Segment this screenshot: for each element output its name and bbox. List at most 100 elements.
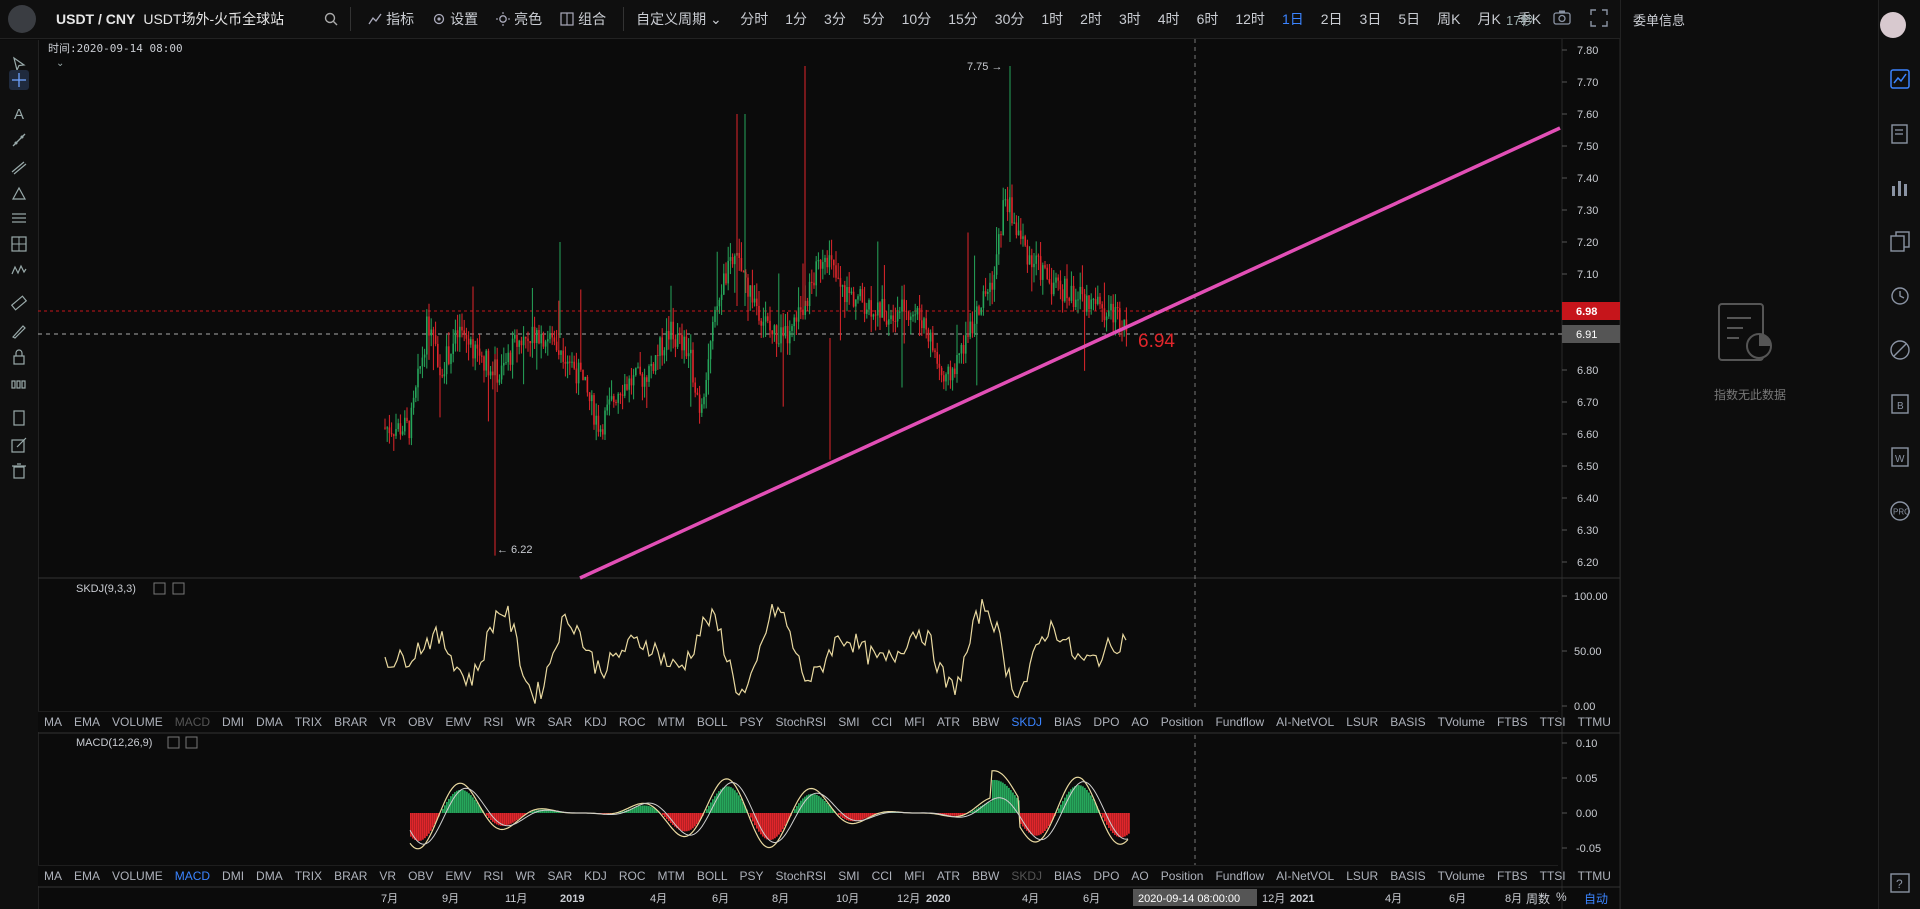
indicator-tab-ttmu[interactable]: TTMU xyxy=(1578,715,1611,729)
text-tool-icon[interactable]: A xyxy=(9,103,29,123)
pattern-tool-icon[interactable] xyxy=(9,183,29,203)
indicator-tab-boll[interactable]: BOLL xyxy=(697,715,728,729)
period-12[interactable]: 6时 xyxy=(1197,9,1219,29)
indicator-tab-emv[interactable]: EMV xyxy=(445,869,471,883)
period-16[interactable]: 3日 xyxy=(1360,9,1382,29)
period-14[interactable]: 1日 xyxy=(1282,9,1304,29)
theme-button[interactable]: 亮色 xyxy=(496,9,542,29)
indicator-tab-ema[interactable]: EMA xyxy=(74,715,100,729)
indicator-tab-tvolume[interactable]: TVolume xyxy=(1438,715,1485,729)
period-4[interactable]: 5分 xyxy=(863,9,885,29)
indicator-tab-ma[interactable]: MA xyxy=(44,715,62,729)
magnet-icon[interactable] xyxy=(9,374,29,394)
indicator-tab-ttsi[interactable]: TTSI xyxy=(1540,869,1566,883)
macd-settings-icon[interactable] xyxy=(167,736,180,749)
indicator-tab-ai-netvol[interactable]: AI-NetVOL xyxy=(1276,869,1334,883)
period-0[interactable]: 自定义周期 ⌄ xyxy=(636,9,722,29)
indicator-tab-ftbs[interactable]: FTBS xyxy=(1497,715,1528,729)
indicator-tab-tvolume[interactable]: TVolume xyxy=(1438,869,1485,883)
logo[interactable] xyxy=(0,0,44,38)
crosshair-icon[interactable] xyxy=(9,70,29,90)
indicator-tab-stochrsi[interactable]: StochRSI xyxy=(776,869,827,883)
search-icon[interactable] xyxy=(320,8,342,30)
indicator-tab-wr[interactable]: WR xyxy=(515,715,535,729)
indicator-tab-basis[interactable]: BASIS xyxy=(1390,869,1425,883)
period-15[interactable]: 2日 xyxy=(1321,9,1343,29)
period-9[interactable]: 2时 xyxy=(1080,9,1102,29)
brush-icon[interactable] xyxy=(9,321,29,341)
indicator-tab-rsi[interactable]: RSI xyxy=(483,869,503,883)
indicator-tab-emv[interactable]: EMV xyxy=(445,715,471,729)
copy-icon[interactable] xyxy=(1889,230,1911,252)
combo-button[interactable]: 组合 xyxy=(560,9,606,29)
market-name[interactable]: USDT场外-火币全球站 xyxy=(143,9,284,29)
indicator-tab-smi[interactable]: SMI xyxy=(838,869,859,883)
indicator-tab-position[interactable]: Position xyxy=(1161,715,1204,729)
avatar[interactable] xyxy=(1880,12,1906,38)
indicator-tab-ao[interactable]: AO xyxy=(1131,869,1148,883)
period-11[interactable]: 4时 xyxy=(1158,9,1180,29)
compass-icon[interactable] xyxy=(1889,339,1911,361)
indicator-tab-ma[interactable]: MA xyxy=(44,869,62,883)
indicator-tab-trix[interactable]: TRIX xyxy=(295,869,322,883)
indicator-tab-roc[interactable]: ROC xyxy=(619,869,646,883)
indicator-tab-macd[interactable]: MACD xyxy=(175,715,210,729)
indicator-tab-bias[interactable]: BIAS xyxy=(1054,715,1081,729)
period-6[interactable]: 15分 xyxy=(948,9,978,29)
indicator-tab-volume[interactable]: VOLUME xyxy=(112,715,163,729)
indicator-tab-atr[interactable]: ATR xyxy=(937,715,960,729)
wave-tool-icon[interactable] xyxy=(9,260,29,280)
indicator-tab-wr[interactable]: WR xyxy=(515,869,535,883)
indicator-tab-vr[interactable]: VR xyxy=(379,715,396,729)
indicator-tab-mtm[interactable]: MTM xyxy=(657,869,684,883)
indicator-tab-dpo[interactable]: DPO xyxy=(1093,715,1119,729)
indicator-tab-dma[interactable]: DMA xyxy=(256,715,283,729)
indicator-tab-ema[interactable]: EMA xyxy=(74,869,100,883)
indicator-tab-kdj[interactable]: KDJ xyxy=(584,869,607,883)
indicator-tab-boll[interactable]: BOLL xyxy=(697,869,728,883)
pro-icon[interactable]: PRO xyxy=(1889,500,1911,522)
indicator-tab-dma[interactable]: DMA xyxy=(256,869,283,883)
indicator-tab-basis[interactable]: BASIS xyxy=(1390,715,1425,729)
fib-tool-icon[interactable] xyxy=(9,157,29,177)
indicator-tab-smi[interactable]: SMI xyxy=(838,715,859,729)
indicator-tab-dmi[interactable]: DMI xyxy=(222,715,244,729)
indicator-tab-stochrsi[interactable]: StochRSI xyxy=(776,715,827,729)
period-1[interactable]: 分时 xyxy=(740,9,768,29)
indicator-tab-brar[interactable]: BRAR xyxy=(334,869,367,883)
fullscreen-icon[interactable] xyxy=(1590,9,1608,27)
lock-icon[interactable] xyxy=(9,347,29,367)
indicator-tab-vr[interactable]: VR xyxy=(379,869,396,883)
clock-icon[interactable] xyxy=(1889,284,1911,306)
indicator-tab-atr[interactable]: ATR xyxy=(937,869,960,883)
indicator-tab-macd[interactable]: MACD xyxy=(175,869,210,883)
help-icon[interactable]: ? xyxy=(1889,872,1911,894)
period-7[interactable]: 30分 xyxy=(995,9,1025,29)
skdj-settings-icon[interactable] xyxy=(153,582,166,595)
ruler-icon[interactable] xyxy=(9,293,29,313)
grid-tool-icon[interactable] xyxy=(9,234,29,254)
list-icon[interactable] xyxy=(1889,123,1911,145)
indicator-tab-skdj[interactable]: SKDJ xyxy=(1011,715,1042,729)
indicators-button[interactable]: 指标 xyxy=(368,9,414,29)
period-19[interactable]: 月K xyxy=(1477,9,1500,29)
auto-toggle[interactable]: 自动 xyxy=(1584,890,1608,907)
indicator-tab-mfi[interactable]: MFI xyxy=(904,869,925,883)
indicator-tab-ttmu[interactable]: TTMU xyxy=(1578,869,1611,883)
chart-panel-icon[interactable] xyxy=(1889,68,1911,90)
indicator-tab-sar[interactable]: SAR xyxy=(547,715,572,729)
indicator-tab-sar[interactable]: SAR xyxy=(547,869,572,883)
bookmark-icon[interactable] xyxy=(9,408,29,428)
indicator-tab-ai-netvol[interactable]: AI-NetVOL xyxy=(1276,715,1334,729)
indicator-tab-lsur[interactable]: LSUR xyxy=(1346,869,1378,883)
indicator-tab-obv[interactable]: OBV xyxy=(408,715,433,729)
indicator-tab-ftbs[interactable]: FTBS xyxy=(1497,869,1528,883)
channel-tool-icon[interactable] xyxy=(9,208,29,228)
indicator-tab-rsi[interactable]: RSI xyxy=(483,715,503,729)
macd-close-icon[interactable] xyxy=(185,736,198,749)
period-3[interactable]: 3分 xyxy=(824,9,846,29)
trash-icon[interactable] xyxy=(9,461,29,481)
symbol-title[interactable]: USDT / CNY xyxy=(56,11,135,27)
camera-icon[interactable] xyxy=(1553,9,1571,25)
indicator-tab-skdj[interactable]: SKDJ xyxy=(1011,869,1042,883)
